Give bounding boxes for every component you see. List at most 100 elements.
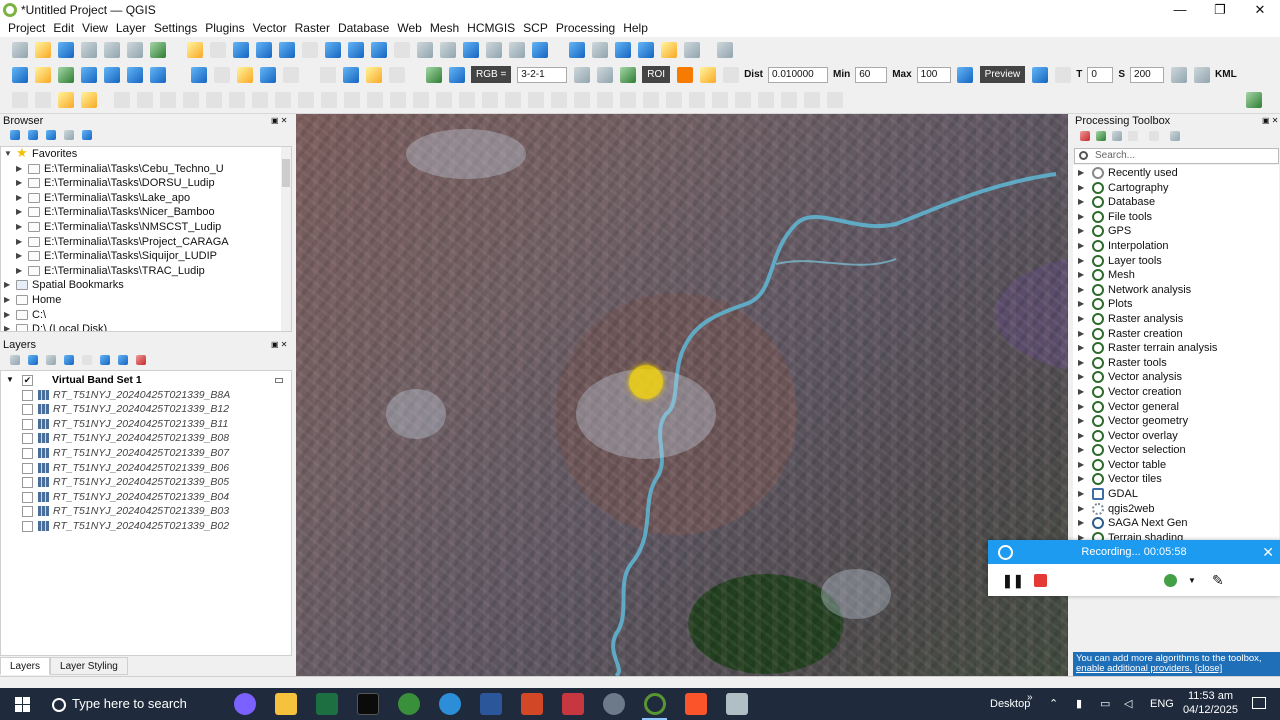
statistics-sum-icon[interactable] [259, 66, 276, 83]
menu-raster[interactable]: Raster [291, 21, 334, 35]
layer-checkbox[interactable] [22, 491, 33, 503]
move-feature-icon[interactable] [182, 92, 199, 108]
processing-item[interactable]: ▶ Vector selection [1073, 443, 1279, 458]
redo-roi-icon[interactable] [722, 66, 739, 83]
collapse-all-layers-icon[interactable] [118, 355, 128, 365]
filter-legend-icon[interactable] [64, 355, 74, 365]
menu-edit[interactable]: Edit [49, 21, 78, 35]
delete-selected-icon[interactable] [711, 92, 728, 108]
browser-item[interactable]: ▶ C:\ [1, 308, 291, 323]
field-calc-icon[interactable] [688, 92, 705, 108]
properties-icon[interactable] [82, 130, 92, 140]
measure-angle-icon[interactable] [683, 41, 700, 58]
layout-manager-icon[interactable] [126, 41, 143, 58]
processing-item[interactable]: ▶ Interpolation [1073, 239, 1279, 254]
taskbar-app-qgis[interactable] [634, 688, 675, 720]
open-project-icon[interactable] [34, 41, 51, 58]
layer-item[interactable]: RT_T51NYJ_20240425T021339_B05 [1, 475, 291, 490]
select-icon[interactable] [319, 66, 336, 83]
trim-extend-icon[interactable] [550, 92, 567, 108]
layer-item[interactable]: RT_T51NYJ_20240425T021339_B11 [1, 417, 291, 432]
processing-item[interactable]: ▶ Layer tools [1073, 254, 1279, 269]
add-part-icon[interactable] [481, 92, 498, 108]
layer-checkbox[interactable] [22, 506, 33, 518]
save-edits-icon[interactable] [113, 92, 130, 108]
scale-feature-icon[interactable] [527, 92, 544, 108]
minimize-button[interactable]: — [1160, 0, 1200, 19]
digitize-point-icon[interactable] [136, 92, 153, 108]
undo-icon[interactable] [803, 92, 820, 108]
zoom-out-icon[interactable] [255, 41, 272, 58]
processing-panel-float-close[interactable]: ▣ ✕ [1262, 116, 1278, 125]
notification-icon[interactable] [1252, 697, 1266, 709]
split-features-icon[interactable] [343, 92, 360, 108]
processing-item[interactable]: ▶ Vector analysis [1073, 370, 1279, 385]
redo-edit-icon[interactable] [596, 92, 613, 108]
recording-close-button[interactable]: ✕ [1262, 540, 1274, 564]
processing-options-icon[interactable] [1170, 131, 1180, 141]
pen-icon[interactable]: ✎ [1212, 572, 1224, 589]
refresh-browser-icon[interactable] [28, 130, 38, 140]
s-input[interactable]: 200 [1130, 66, 1165, 83]
menu-database[interactable]: Database [334, 21, 393, 35]
min-input[interactable]: 60 [855, 66, 888, 83]
rgb-combo[interactable]: 3-2-1 [517, 66, 568, 83]
temporal-controller-icon[interactable] [508, 41, 525, 58]
map-themes-icon[interactable] [46, 355, 56, 365]
digitize-icon[interactable] [80, 66, 97, 83]
tips-icon[interactable] [365, 66, 382, 83]
style-manager-icon[interactable] [149, 41, 166, 58]
expand-all-icon[interactable] [100, 355, 110, 365]
menu-processing[interactable]: Processing [552, 21, 619, 35]
history-icon[interactable] [1112, 131, 1122, 141]
open-table-icon[interactable] [213, 66, 230, 83]
reshape-icon[interactable] [297, 92, 314, 108]
layer-checkbox[interactable] [22, 389, 33, 401]
text-annotation-icon[interactable] [716, 41, 733, 58]
merge-features-icon[interactable] [389, 92, 406, 108]
fill-ring-icon[interactable] [228, 92, 245, 108]
browser-scrollbar[interactable] [281, 147, 291, 331]
processing-item[interactable]: ▶ File tools [1073, 210, 1279, 225]
info-close-link[interactable]: [close] [1195, 663, 1222, 674]
taskbar-app-file-explorer[interactable] [265, 688, 306, 720]
rotate-feature-icon[interactable] [504, 92, 521, 108]
filter-browser-icon[interactable] [46, 130, 56, 140]
processing-item[interactable]: ▶ Cartography [1073, 181, 1279, 196]
taskbar-app-calculator[interactable] [552, 688, 593, 720]
delete-part-icon[interactable] [274, 92, 291, 108]
menu-project[interactable]: Project [4, 21, 49, 35]
browser-item[interactable]: ▶ Spatial Bookmarks [1, 278, 291, 293]
select-feature-icon[interactable] [57, 92, 74, 108]
print-layout-icon[interactable] [103, 41, 120, 58]
add-ring-icon[interactable] [205, 92, 222, 108]
browser-item[interactable]: ▼ ★ Favorites [1, 147, 291, 162]
layer-item[interactable]: RT_T51NYJ_20240425T021339_B08 [1, 431, 291, 446]
menu-vector[interactable]: Vector [249, 21, 291, 35]
processing-item[interactable]: ▶ qgis2web [1073, 502, 1279, 517]
layer-item[interactable]: RT_T51NYJ_20240425T021339_B07 [1, 446, 291, 461]
usb-icon[interactable]: ▮ [1076, 688, 1082, 720]
preview-redo-icon[interactable] [1054, 66, 1071, 83]
select-by-icon[interactable] [342, 66, 359, 83]
processing-item[interactable]: ▶ Vector table [1073, 458, 1279, 473]
layer-checkbox[interactable] [22, 520, 33, 532]
kml-label[interactable]: KML [1215, 69, 1237, 80]
cut-features-icon[interactable] [734, 92, 751, 108]
annotation-icon[interactable] [637, 41, 654, 58]
simplify-icon[interactable] [458, 92, 475, 108]
dist-input[interactable]: 0.010000 [767, 66, 828, 83]
rgb-stretch-icon[interactable] [573, 66, 590, 83]
database-icon[interactable] [1193, 66, 1210, 83]
undo-edit-icon[interactable] [573, 92, 590, 108]
new-bookmark-icon[interactable] [462, 41, 479, 58]
start-button[interactable] [0, 688, 44, 720]
pencil-icon[interactable] [619, 92, 636, 108]
taskbar-app-powerpoint[interactable] [511, 688, 552, 720]
favorite-star-icon[interactable] [660, 41, 677, 58]
processing-item[interactable]: ▶ Raster analysis [1073, 312, 1279, 327]
preview-zoom-icon[interactable] [957, 66, 974, 83]
processing-item[interactable]: ▶ Plots [1073, 297, 1279, 312]
menu-layer[interactable]: Layer [112, 21, 150, 35]
browser-item[interactable]: ▶ E:\Terminalia\Tasks\Cebu_Techno_U [1, 162, 291, 177]
